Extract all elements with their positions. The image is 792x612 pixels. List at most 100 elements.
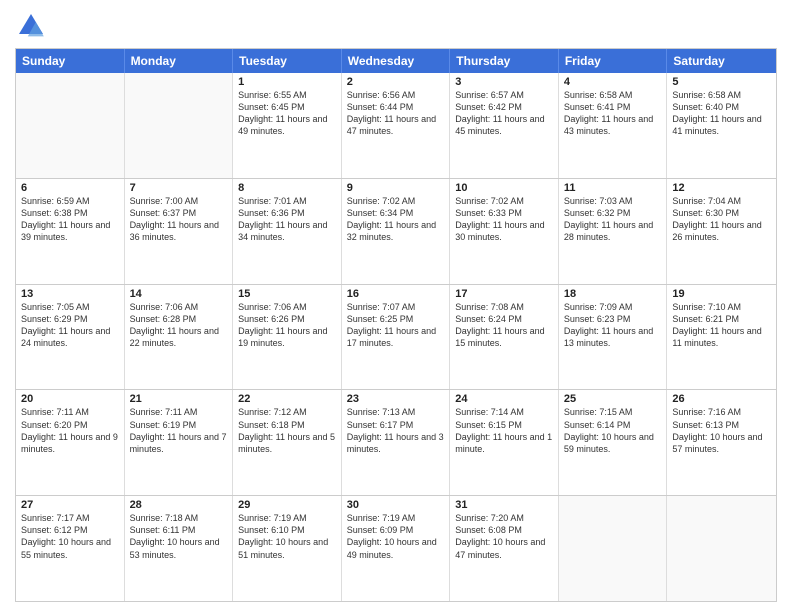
calendar-cell [125, 73, 234, 178]
day-number: 6 [21, 182, 119, 194]
day-number: 20 [21, 393, 119, 405]
day-number: 27 [21, 499, 119, 511]
cell-info: Sunrise: 6:57 AM Sunset: 6:42 PM Dayligh… [455, 89, 553, 138]
calendar: SundayMondayTuesdayWednesdayThursdayFrid… [15, 48, 777, 602]
calendar-cell: 2Sunrise: 6:56 AM Sunset: 6:44 PM Daylig… [342, 73, 451, 178]
calendar-cell [667, 496, 776, 601]
calendar-cell: 31Sunrise: 7:20 AM Sunset: 6:08 PM Dayli… [450, 496, 559, 601]
day-number: 8 [238, 182, 336, 194]
calendar-cell: 13Sunrise: 7:05 AM Sunset: 6:29 PM Dayli… [16, 285, 125, 390]
cell-info: Sunrise: 7:05 AM Sunset: 6:29 PM Dayligh… [21, 301, 119, 350]
calendar-cell: 17Sunrise: 7:08 AM Sunset: 6:24 PM Dayli… [450, 285, 559, 390]
day-number: 14 [130, 288, 228, 300]
page: SundayMondayTuesdayWednesdayThursdayFrid… [0, 0, 792, 612]
calendar-cell: 12Sunrise: 7:04 AM Sunset: 6:30 PM Dayli… [667, 179, 776, 284]
calendar-cell: 6Sunrise: 6:59 AM Sunset: 6:38 PM Daylig… [16, 179, 125, 284]
day-number: 30 [347, 499, 445, 511]
header-day-friday: Friday [559, 49, 668, 73]
calendar-cell: 20Sunrise: 7:11 AM Sunset: 6:20 PM Dayli… [16, 390, 125, 495]
day-number: 17 [455, 288, 553, 300]
cell-info: Sunrise: 7:04 AM Sunset: 6:30 PM Dayligh… [672, 195, 771, 244]
header-day-wednesday: Wednesday [342, 49, 451, 73]
calendar-body: 1Sunrise: 6:55 AM Sunset: 6:45 PM Daylig… [16, 73, 776, 601]
header-day-tuesday: Tuesday [233, 49, 342, 73]
calendar-cell: 9Sunrise: 7:02 AM Sunset: 6:34 PM Daylig… [342, 179, 451, 284]
cell-info: Sunrise: 6:58 AM Sunset: 6:40 PM Dayligh… [672, 89, 771, 138]
cell-info: Sunrise: 6:58 AM Sunset: 6:41 PM Dayligh… [564, 89, 662, 138]
cell-info: Sunrise: 7:11 AM Sunset: 6:19 PM Dayligh… [130, 406, 228, 455]
calendar-row-5: 27Sunrise: 7:17 AM Sunset: 6:12 PM Dayli… [16, 495, 776, 601]
header-day-sunday: Sunday [16, 49, 125, 73]
calendar-cell: 10Sunrise: 7:02 AM Sunset: 6:33 PM Dayli… [450, 179, 559, 284]
cell-info: Sunrise: 7:17 AM Sunset: 6:12 PM Dayligh… [21, 512, 119, 561]
day-number: 10 [455, 182, 553, 194]
calendar-row-3: 13Sunrise: 7:05 AM Sunset: 6:29 PM Dayli… [16, 284, 776, 390]
calendar-row-1: 1Sunrise: 6:55 AM Sunset: 6:45 PM Daylig… [16, 73, 776, 178]
calendar-cell: 23Sunrise: 7:13 AM Sunset: 6:17 PM Dayli… [342, 390, 451, 495]
cell-info: Sunrise: 7:01 AM Sunset: 6:36 PM Dayligh… [238, 195, 336, 244]
day-number: 21 [130, 393, 228, 405]
day-number: 19 [672, 288, 771, 300]
calendar-row-4: 20Sunrise: 7:11 AM Sunset: 6:20 PM Dayli… [16, 389, 776, 495]
calendar-cell: 8Sunrise: 7:01 AM Sunset: 6:36 PM Daylig… [233, 179, 342, 284]
day-number: 1 [238, 76, 336, 88]
logo [15, 10, 51, 42]
cell-info: Sunrise: 7:06 AM Sunset: 6:26 PM Dayligh… [238, 301, 336, 350]
cell-info: Sunrise: 7:16 AM Sunset: 6:13 PM Dayligh… [672, 406, 771, 455]
calendar-cell: 24Sunrise: 7:14 AM Sunset: 6:15 PM Dayli… [450, 390, 559, 495]
calendar-cell: 3Sunrise: 6:57 AM Sunset: 6:42 PM Daylig… [450, 73, 559, 178]
cell-info: Sunrise: 7:20 AM Sunset: 6:08 PM Dayligh… [455, 512, 553, 561]
cell-info: Sunrise: 7:18 AM Sunset: 6:11 PM Dayligh… [130, 512, 228, 561]
cell-info: Sunrise: 7:00 AM Sunset: 6:37 PM Dayligh… [130, 195, 228, 244]
day-number: 11 [564, 182, 662, 194]
calendar-cell: 25Sunrise: 7:15 AM Sunset: 6:14 PM Dayli… [559, 390, 668, 495]
calendar-cell: 11Sunrise: 7:03 AM Sunset: 6:32 PM Dayli… [559, 179, 668, 284]
calendar-cell: 1Sunrise: 6:55 AM Sunset: 6:45 PM Daylig… [233, 73, 342, 178]
cell-info: Sunrise: 7:11 AM Sunset: 6:20 PM Dayligh… [21, 406, 119, 455]
day-number: 5 [672, 76, 771, 88]
day-number: 31 [455, 499, 553, 511]
cell-info: Sunrise: 7:06 AM Sunset: 6:28 PM Dayligh… [130, 301, 228, 350]
calendar-cell: 19Sunrise: 7:10 AM Sunset: 6:21 PM Dayli… [667, 285, 776, 390]
cell-info: Sunrise: 7:14 AM Sunset: 6:15 PM Dayligh… [455, 406, 553, 455]
calendar-cell [16, 73, 125, 178]
calendar-cell: 28Sunrise: 7:18 AM Sunset: 6:11 PM Dayli… [125, 496, 234, 601]
cell-info: Sunrise: 7:09 AM Sunset: 6:23 PM Dayligh… [564, 301, 662, 350]
cell-info: Sunrise: 7:02 AM Sunset: 6:33 PM Dayligh… [455, 195, 553, 244]
calendar-cell: 4Sunrise: 6:58 AM Sunset: 6:41 PM Daylig… [559, 73, 668, 178]
day-number: 23 [347, 393, 445, 405]
calendar-cell: 16Sunrise: 7:07 AM Sunset: 6:25 PM Dayli… [342, 285, 451, 390]
header-day-saturday: Saturday [667, 49, 776, 73]
day-number: 12 [672, 182, 771, 194]
header-day-thursday: Thursday [450, 49, 559, 73]
day-number: 2 [347, 76, 445, 88]
day-number: 15 [238, 288, 336, 300]
cell-info: Sunrise: 7:10 AM Sunset: 6:21 PM Dayligh… [672, 301, 771, 350]
cell-info: Sunrise: 7:12 AM Sunset: 6:18 PM Dayligh… [238, 406, 336, 455]
cell-info: Sunrise: 7:13 AM Sunset: 6:17 PM Dayligh… [347, 406, 445, 455]
cell-info: Sunrise: 7:15 AM Sunset: 6:14 PM Dayligh… [564, 406, 662, 455]
calendar-row-2: 6Sunrise: 6:59 AM Sunset: 6:38 PM Daylig… [16, 178, 776, 284]
day-number: 9 [347, 182, 445, 194]
cell-info: Sunrise: 7:19 AM Sunset: 6:10 PM Dayligh… [238, 512, 336, 561]
day-number: 26 [672, 393, 771, 405]
cell-info: Sunrise: 7:08 AM Sunset: 6:24 PM Dayligh… [455, 301, 553, 350]
calendar-cell: 29Sunrise: 7:19 AM Sunset: 6:10 PM Dayli… [233, 496, 342, 601]
day-number: 18 [564, 288, 662, 300]
cell-info: Sunrise: 7:19 AM Sunset: 6:09 PM Dayligh… [347, 512, 445, 561]
day-number: 28 [130, 499, 228, 511]
header-day-monday: Monday [125, 49, 234, 73]
day-number: 7 [130, 182, 228, 194]
header [15, 10, 777, 42]
day-number: 4 [564, 76, 662, 88]
calendar-cell: 14Sunrise: 7:06 AM Sunset: 6:28 PM Dayli… [125, 285, 234, 390]
calendar-cell: 30Sunrise: 7:19 AM Sunset: 6:09 PM Dayli… [342, 496, 451, 601]
cell-info: Sunrise: 7:02 AM Sunset: 6:34 PM Dayligh… [347, 195, 445, 244]
day-number: 13 [21, 288, 119, 300]
cell-info: Sunrise: 6:56 AM Sunset: 6:44 PM Dayligh… [347, 89, 445, 138]
calendar-cell: 15Sunrise: 7:06 AM Sunset: 6:26 PM Dayli… [233, 285, 342, 390]
day-number: 24 [455, 393, 553, 405]
calendar-cell: 18Sunrise: 7:09 AM Sunset: 6:23 PM Dayli… [559, 285, 668, 390]
calendar-cell: 21Sunrise: 7:11 AM Sunset: 6:19 PM Dayli… [125, 390, 234, 495]
logo-icon [15, 10, 47, 42]
